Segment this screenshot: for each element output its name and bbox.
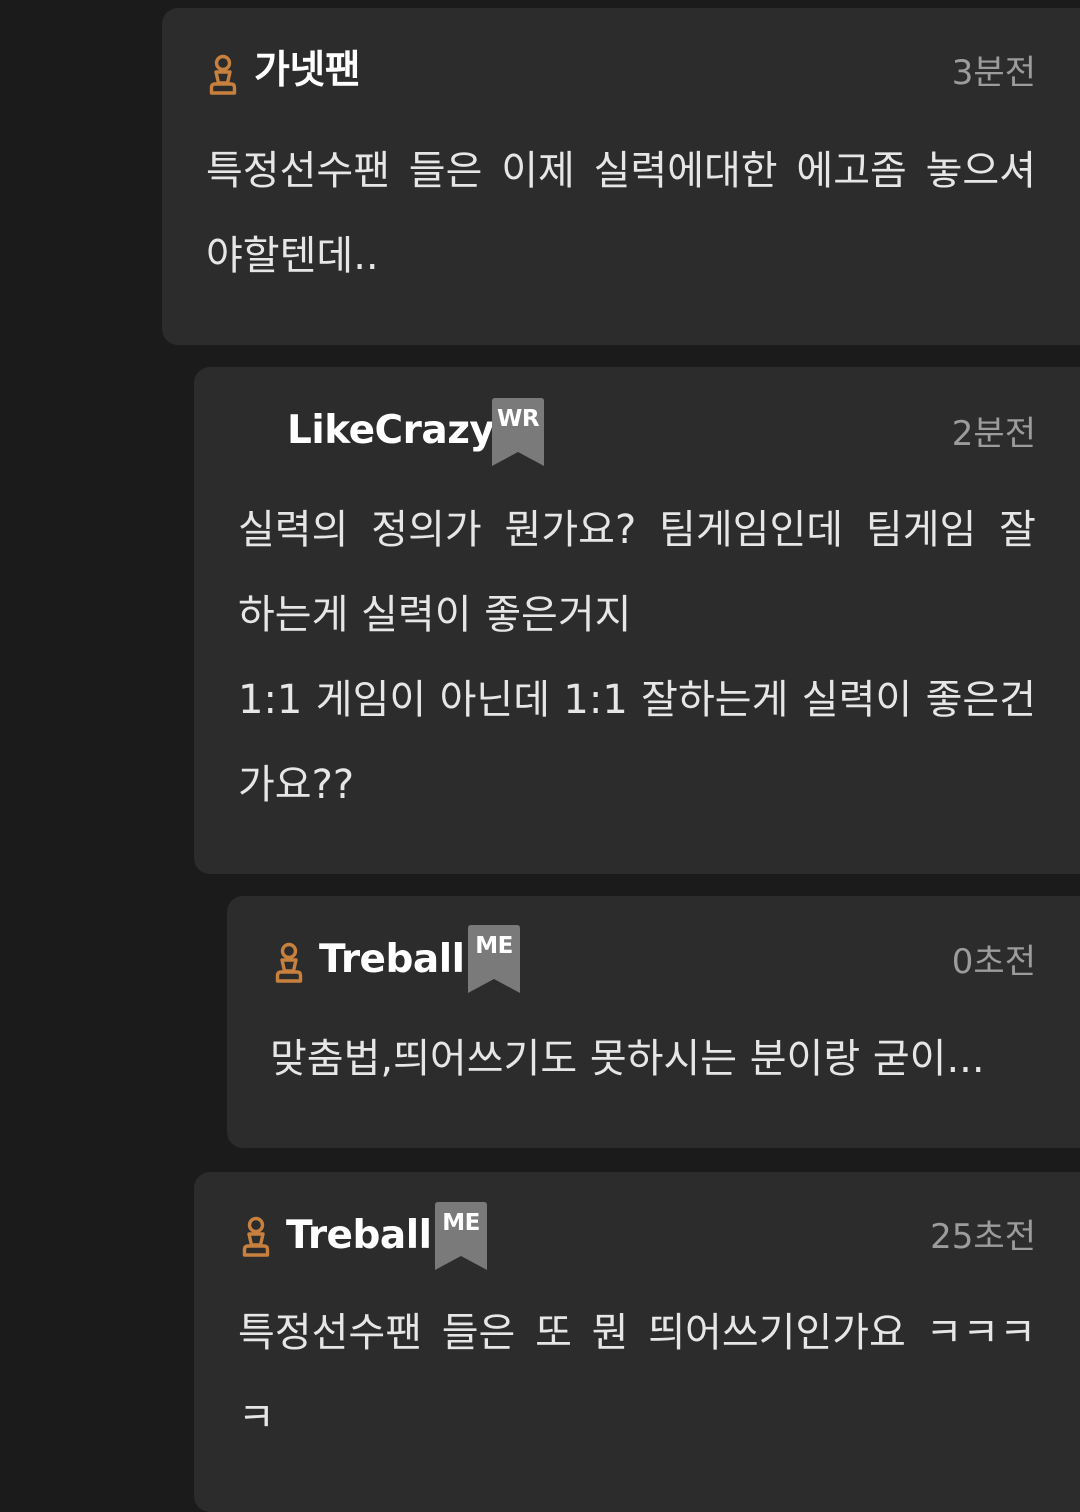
me-badge: ME [435, 1202, 487, 1272]
comment-text: 특정선수팬 들은 이제 실력에대한 에고좀 놓으셔 야할텐데.. [206, 129, 1036, 299]
username[interactable]: Treball [319, 936, 465, 984]
timestamp: 2분전 [951, 414, 1036, 454]
comment-line: 특정선수팬 들은 또 뭔 띄어쓰기인가요 ㅋㅋㅋ [238, 1310, 1036, 1356]
comment-line: 특정선수팬 들은 이제 실력에대한 에고좀 놓으셔 [206, 148, 1036, 194]
badge-label: ME [442, 1210, 480, 1236]
badge-label: ME [475, 933, 513, 959]
pawn-icon [241, 1216, 271, 1258]
timestamp: 0초전 [951, 942, 1036, 982]
pawn-icon [208, 54, 238, 96]
comment-card: Treball ME 25초전 특정선수팬 들은 또 뭔 띄어쓰기인가요 ㅋㅋㅋ… [194, 1172, 1080, 1512]
comment-card: Treball ME 0초전 맞춤법,띄어쓰기도 못하시는 분이랑 굳이... [227, 896, 1080, 1148]
comment-line: 1:1 게임이 아닌데 1:1 잘하는게 실력이 좋은건 [238, 677, 1036, 723]
username[interactable]: LikeCrazy [287, 407, 495, 455]
comment-text: 특정선수팬 들은 또 뭔 띄어쓰기인가요 ㅋㅋㅋ ㅋ [238, 1291, 1036, 1461]
comment-line: 가요?? [238, 762, 355, 808]
writer-badge: WR [492, 398, 544, 468]
comment-line: 실력의 정의가 뭔가요? 팀게임인데 팀게임 잘 [238, 507, 1036, 553]
comment-line: 하는게 실력이 좋은거지 [238, 592, 632, 638]
me-badge: ME [468, 925, 520, 995]
comment-card: 가넷팬 3분전 특정선수팬 들은 이제 실력에대한 에고좀 놓으셔 야할텐데.. [162, 8, 1080, 345]
timestamp: 25초전 [930, 1217, 1036, 1257]
comment-line: ㅋ [238, 1395, 275, 1441]
username[interactable]: Treball [286, 1212, 432, 1260]
comment-text: 맞춤법,띄어쓰기도 못하시는 분이랑 굳이... [270, 1017, 1062, 1102]
pawn-icon [274, 942, 304, 984]
timestamp: 3분전 [951, 53, 1036, 93]
comment-line: 맞춤법,띄어쓰기도 못하시는 분이랑 굳이... [270, 1036, 985, 1082]
comment-text: 실력의 정의가 뭔가요? 팀게임인데 팀게임 잘 하는게 실력이 좋은거지 1:… [238, 488, 1036, 828]
username[interactable]: 가넷팬 [254, 47, 361, 95]
comment-card: LikeCrazy WR 2분전 실력의 정의가 뭔가요? 팀게임인데 팀게임 … [194, 367, 1080, 874]
badge-label: WR [496, 406, 540, 432]
comment-line: 야할텐데.. [206, 233, 379, 279]
